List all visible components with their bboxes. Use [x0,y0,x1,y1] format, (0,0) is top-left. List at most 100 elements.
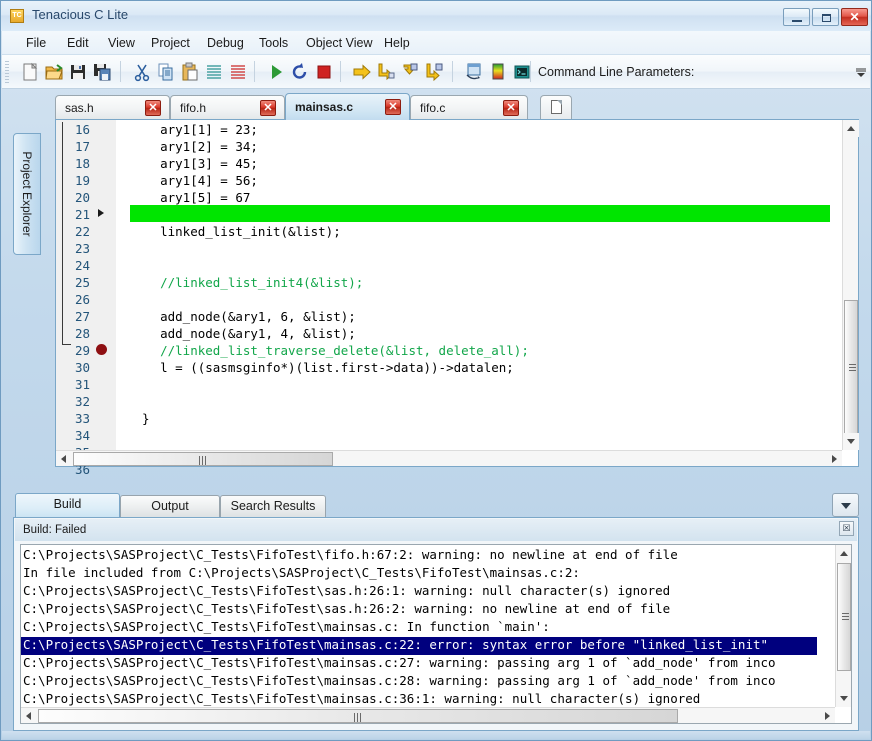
run-icon[interactable] [266,62,286,82]
line-number: 19 [74,173,90,188]
save-all-icon[interactable] [92,62,112,82]
minimize-button[interactable] [783,8,810,26]
save-icon[interactable] [68,62,88,82]
code-text: //linked_list_traverse_delete(&list, del… [130,343,529,358]
code-text: ary1[1] = 23; [130,122,258,137]
code-text: ary1[4] = 56; [130,173,258,188]
new-document-tab[interactable] [540,95,572,119]
editor-horizontal-scrollbar[interactable] [56,450,842,466]
build-log-line[interactable]: C:\Projects\SASProject\C_Tests\FifoTest\… [23,583,670,601]
editor-tab-mainsas-c[interactable]: mainsas.c [285,93,410,120]
status-strip [2,731,870,739]
step-out-icon[interactable] [400,62,420,82]
line-number: 29 [74,343,90,358]
menu-bar: File Edit View Project Debug Tools Objec… [2,31,870,55]
scroll-up-button[interactable] [843,120,859,137]
editor-area: Project Explorer sas.h fifo.h mainsas.c … [13,93,859,489]
build-horizontal-scrollbar[interactable] [21,707,835,723]
line-number: 21 [74,207,90,222]
build-vertical-scrollbar[interactable] [835,545,851,707]
tab-build[interactable]: Build [15,493,120,517]
menu-item-object-view[interactable]: Object View [299,35,379,52]
copy-icon[interactable] [156,62,176,82]
menu-item-debug[interactable]: Debug [200,35,251,52]
menu-item-view[interactable]: View [101,35,142,52]
close-button[interactable]: ✕ [841,8,868,26]
gradient-icon[interactable] [488,62,508,82]
code-text: ary1[3] = 45; [130,156,258,171]
line-number: 20 [74,190,90,205]
bottom-tab-strip: Build Output Search Results [13,493,859,517]
toggle-window-icon[interactable] [464,62,484,82]
build-scroll-up-button[interactable] [836,545,851,562]
vertical-scroll-thumb[interactable] [844,300,858,435]
close-icon: ✕ [849,10,860,24]
build-log-line[interactable]: C:\Projects\SASProject\C_Tests\FifoTest\… [23,673,776,691]
panel-dropdown-button[interactable] [832,493,859,517]
build-log-line[interactable]: In file included from C:\Projects\SASPro… [23,565,580,583]
build-log-text-area[interactable]: C:\Projects\SASProject\C_Tests\FifoTest\… [20,544,852,724]
build-horizontal-scroll-thumb[interactable] [38,709,678,723]
line-number: 22 [74,224,90,239]
bottom-panel: Build Output Search Results Build: Faile… [13,493,859,731]
open-folder-icon[interactable] [44,62,64,82]
editor-tab-label: fifo.h [180,101,207,115]
editor-tab-fifo-c[interactable]: fifo.c [410,95,528,119]
menu-item-project[interactable]: Project [144,35,197,52]
build-log-line[interactable]: C:\Projects\SASProject\C_Tests\FifoTest\… [23,655,776,673]
scroll-right-button[interactable] [826,451,842,466]
code-text: linked_list_init(&list); [130,224,341,239]
tab-search-results[interactable]: Search Results [220,495,326,517]
build-log-line[interactable]: C:\Projects\SASProject\C_Tests\FifoTest\… [23,619,550,637]
line-number: 26 [74,292,90,307]
paste-icon[interactable] [180,62,200,82]
editor-tab-fifo-h[interactable]: fifo.h [170,95,285,119]
line-number: 16 [74,122,90,137]
line-number: 17 [74,139,90,154]
comment-icon[interactable] [228,62,248,82]
step-over-icon[interactable] [352,62,372,82]
toolbar-grip[interactable] [5,61,9,83]
editor-tab-strip: sas.h fifo.h mainsas.c fifo.c [55,93,859,120]
run-to-cursor-icon[interactable] [424,62,444,82]
sidebar-item-project-explorer[interactable]: Project Explorer [13,133,41,255]
menu-item-help[interactable]: Help [377,35,417,52]
build-panel-close-icon[interactable]: ☒ [839,521,854,536]
maximize-button[interactable] [812,8,839,26]
build-scroll-left-button[interactable] [21,708,37,723]
code-editor-panel[interactable]: 16 ary1[1] = 23; 17 ary1[2] = 34; 18 ary… [55,119,859,476]
editor-tab-close-icon[interactable] [503,100,519,116]
scroll-down-button[interactable] [843,433,859,450]
cut-icon[interactable] [132,62,152,82]
build-vertical-scroll-thumb[interactable] [837,563,851,671]
toolbar-separator-5 [530,61,531,82]
editor-tab-close-icon[interactable] [145,100,161,116]
editor-tab-close-icon[interactable] [260,100,276,116]
build-log-line-selected[interactable]: C:\Projects\SASProject\C_Tests\FifoTest\… [21,637,817,655]
build-log-line[interactable]: C:\Projects\SASProject\C_Tests\FifoTest\… [23,547,678,565]
restart-icon[interactable] [290,62,310,82]
editor-tab-close-icon[interactable] [385,99,401,115]
horizontal-scroll-thumb[interactable] [73,452,333,466]
stop-icon[interactable] [314,62,334,82]
editor-tab-label: fifo.c [420,101,446,115]
indent-icon[interactable] [204,62,224,82]
editor-vertical-scrollbar[interactable] [842,120,859,450]
editor-tab-sas-h[interactable]: sas.h [55,95,170,119]
scroll-left-button[interactable] [56,451,72,466]
terminal-icon[interactable] [512,62,532,82]
build-scroll-right-button[interactable] [819,708,835,723]
build-log-line[interactable]: C:\Projects\SASProject\C_Tests\FifoTest\… [23,601,670,619]
line-number: 30 [74,360,90,375]
tab-output[interactable]: Output [120,495,220,517]
new-file-icon[interactable] [20,62,40,82]
line-number: 33 [74,411,90,426]
toolbar-overflow-icon[interactable] [855,64,867,80]
code-text: //linked_list_init4(&list); [130,275,364,290]
menu-item-tools[interactable]: Tools [252,35,295,52]
build-scroll-down-button[interactable] [836,690,851,707]
editor-tab-label: mainsas.c [295,100,354,114]
step-into-icon[interactable] [376,62,396,82]
menu-item-file[interactable]: File [19,35,53,52]
menu-item-edit[interactable]: Edit [60,35,96,52]
